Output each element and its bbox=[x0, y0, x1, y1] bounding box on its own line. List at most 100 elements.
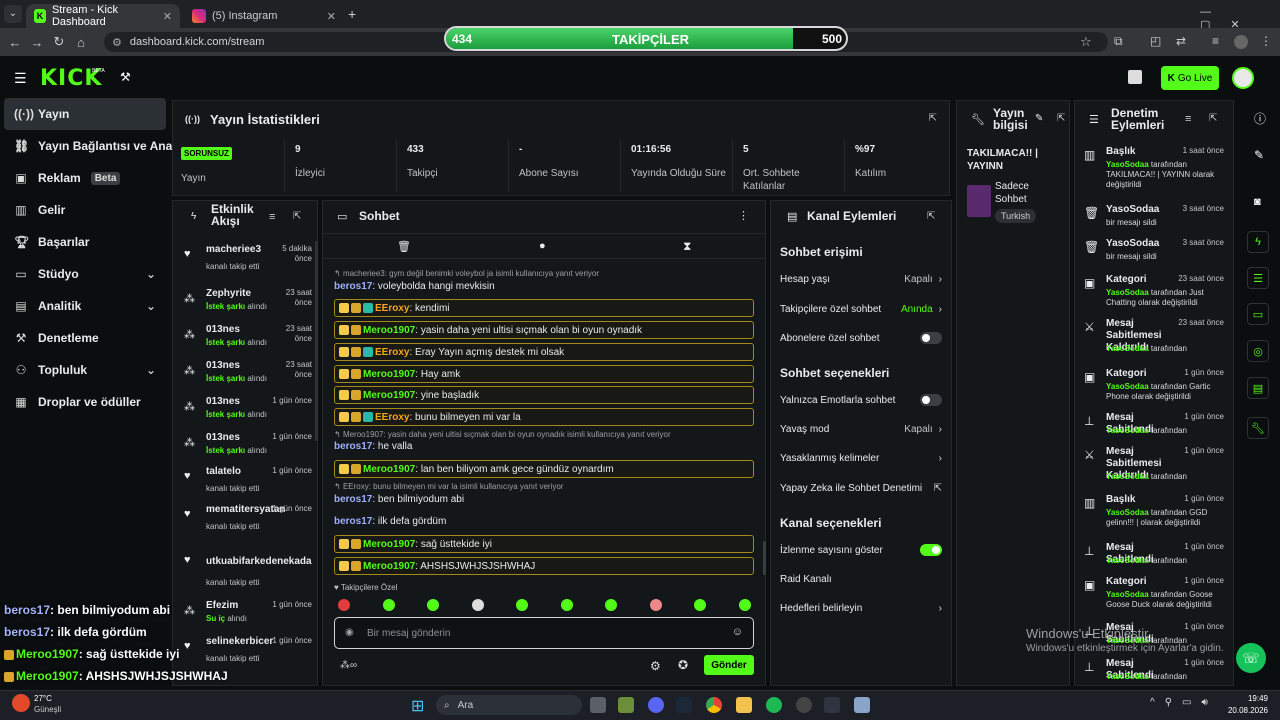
chat-message[interactable]: EEroxy: kendimi bbox=[334, 299, 754, 317]
emote-icon[interactable] bbox=[649, 599, 662, 611]
chat-message[interactable]: Meroo1907: AHSHSJWHJSJSHWHAJ bbox=[334, 557, 754, 575]
chat-users-icon[interactable]: ⁂∞ bbox=[340, 660, 357, 671]
kick-coin-icon[interactable]: ✪ bbox=[678, 658, 688, 672]
chat-username[interactable]: Meroo1907 bbox=[363, 561, 415, 572]
channel-setting-row[interactable]: Yavaş mod Kapalı › bbox=[780, 421, 942, 437]
chat-message[interactable]: Meroo1907: yasin daha yeni ultisi sıçmak… bbox=[334, 321, 754, 339]
emote-icon[interactable] bbox=[560, 599, 573, 611]
channel-setting-row[interactable]: Yapay Zeka ile Sohbet Denetimi ⇱ bbox=[780, 480, 942, 496]
sidebar-item-revenue[interactable]: ▥ Gelir bbox=[4, 194, 166, 226]
popout-icon[interactable]: ⇱ bbox=[1209, 113, 1217, 124]
trash-icon[interactable]: 🗑︎ bbox=[397, 240, 411, 253]
chevron-right-icon[interactable]: › bbox=[939, 453, 942, 464]
browser-menu-icon[interactable]: ⋮ bbox=[1260, 34, 1272, 48]
app-icon[interactable] bbox=[854, 697, 870, 713]
emote-icon[interactable] bbox=[382, 599, 395, 611]
mod-user[interactable]: YasoSodaa bbox=[1106, 382, 1149, 391]
tools-icon[interactable]: ⚒ bbox=[120, 70, 131, 84]
scrollbar[interactable] bbox=[763, 541, 766, 575]
edit-icon[interactable]: ✎ bbox=[1254, 148, 1264, 162]
emote-icon[interactable] bbox=[338, 599, 350, 611]
support-chat-icon[interactable]: ☏ bbox=[1236, 643, 1266, 673]
chat-message[interactable]: EEroxy: Eray Yayın açmış destek mi olsak bbox=[334, 343, 754, 361]
mod-user[interactable]: YasoSodaa bbox=[1106, 288, 1149, 297]
edit-icon[interactable]: ✎ bbox=[1035, 113, 1043, 124]
event-user[interactable]: 013nes bbox=[206, 432, 240, 443]
sidebar-item-stream-key[interactable]: ⛓ Yayın Bağlantısı ve Anahtarı bbox=[4, 130, 172, 162]
popout-icon[interactable]: ⇱ bbox=[1057, 113, 1065, 124]
event-user[interactable]: selinekerbicer bbox=[206, 636, 273, 647]
category-name[interactable]: Sadece Sohbet bbox=[995, 180, 1053, 206]
channel-setting-row[interactable]: Yalnızca Emotlarla sohbet bbox=[780, 392, 942, 408]
rail-mod-list-icon[interactable]: ☰ bbox=[1247, 267, 1269, 289]
sidebar-item-ads[interactable]: ▣ Reklam Beta bbox=[4, 162, 166, 194]
forward-icon[interactable]: → bbox=[26, 31, 48, 53]
chat-menu-icon[interactable]: ⋮ bbox=[738, 209, 749, 222]
send-button[interactable]: Gönder bbox=[704, 655, 754, 675]
chat-message[interactable]: Meroo1907: lan ben biliyom amk gece günd… bbox=[334, 460, 754, 478]
sidebar-item-analytics[interactable]: ▤ Analitik ⌄ bbox=[4, 290, 166, 322]
rail-broadcast-icon[interactable]: ◎ bbox=[1247, 340, 1269, 362]
screenshot-icon[interactable]: ◰ bbox=[1150, 34, 1161, 48]
channel-setting-row[interactable]: Raid Kanalı bbox=[780, 571, 942, 587]
taskbar-search[interactable]: ⌕ Ara bbox=[436, 695, 582, 715]
chat-message[interactable]: beros17: voleybolda hangi mevkisin bbox=[334, 281, 754, 292]
new-tab-button[interactable]: + bbox=[348, 6, 356, 22]
site-info-icon[interactable]: ⚙ bbox=[112, 36, 122, 49]
event-user[interactable]: macheriee3 bbox=[206, 244, 261, 255]
chat-username[interactable]: Meroo1907 bbox=[363, 390, 415, 401]
chat-message[interactable]: beros17: ben bilmiyodum abi bbox=[334, 494, 754, 505]
minecraft-icon[interactable] bbox=[618, 697, 634, 713]
chat-message[interactable]: Meroo1907: sağ üsttekide iyi bbox=[334, 535, 754, 553]
mod-user[interactable]: YasoSodaa bbox=[1106, 672, 1149, 681]
chat-username[interactable]: EEroxy bbox=[375, 347, 409, 358]
sidebar-item-moderation[interactable]: ⚒ Denetleme bbox=[4, 322, 166, 354]
profile-avatar[interactable] bbox=[1234, 35, 1248, 49]
event-user[interactable]: 013nes bbox=[206, 396, 240, 407]
chevron-right-icon[interactable]: › bbox=[939, 424, 942, 435]
event-user[interactable]: Zephyrite bbox=[206, 288, 251, 299]
bookmark-star-icon[interactable]: ☆ bbox=[1080, 34, 1092, 50]
chat-username[interactable]: beros17 bbox=[334, 494, 372, 505]
filter-icon[interactable]: ≡ bbox=[1185, 113, 1191, 125]
sidebar-item-community[interactable]: ⚇ Topluluk ⌄ bbox=[4, 354, 166, 386]
chevron-right-icon[interactable]: › bbox=[939, 603, 942, 614]
popout-icon[interactable]: ⇱ bbox=[927, 211, 935, 222]
toggle-switch[interactable] bbox=[920, 544, 942, 556]
rail-chat-icon[interactable]: ▭ bbox=[1247, 303, 1269, 325]
emote-icon[interactable] bbox=[516, 599, 528, 611]
hamburger-menu-icon[interactable]: ☰ bbox=[14, 70, 27, 87]
mod-user[interactable]: YasoSodaa bbox=[1106, 590, 1149, 599]
chat-username[interactable]: beros17 bbox=[334, 441, 372, 452]
rail-wrench-icon[interactable]: 🔧︎ bbox=[1247, 417, 1269, 439]
emote-icon[interactable] bbox=[738, 599, 751, 611]
rail-activity-icon[interactable]: ϟ bbox=[1247, 231, 1269, 253]
weather-icon[interactable] bbox=[12, 694, 30, 712]
tag-chip[interactable]: Turkish bbox=[995, 209, 1037, 223]
close-icon[interactable]: ✕ bbox=[327, 10, 336, 23]
reading-list-icon[interactable]: ≡ bbox=[1212, 34, 1219, 48]
emote-icon[interactable] bbox=[471, 599, 484, 611]
toggle-switch[interactable] bbox=[920, 394, 942, 406]
event-user[interactable]: talatelo bbox=[206, 466, 241, 477]
steam-icon[interactable] bbox=[676, 697, 692, 713]
chat-message[interactable]: Meroo1907: Hay amk bbox=[334, 365, 754, 383]
extensions-icon[interactable]: ⧉ bbox=[1114, 34, 1123, 49]
camera-icon[interactable]: ◙ bbox=[1254, 196, 1261, 208]
chat-username[interactable]: Meroo1907 bbox=[363, 325, 415, 336]
start-menu-icon[interactable]: ⊞ bbox=[411, 696, 424, 716]
back-icon[interactable]: ← bbox=[4, 31, 26, 53]
event-user[interactable]: Efezim bbox=[206, 600, 238, 611]
channel-setting-row[interactable]: Abonelere özel sohbet bbox=[780, 330, 942, 346]
channel-setting-row[interactable]: Hedefleri belirleyin › bbox=[780, 600, 942, 616]
tab-kick-dashboard[interactable]: K Stream - Kick Dashboard ✕ bbox=[26, 4, 180, 28]
spotify-icon[interactable] bbox=[766, 697, 782, 713]
mod-user[interactable]: YasoSodaa bbox=[1106, 426, 1149, 435]
chevron-right-icon[interactable]: › bbox=[939, 274, 942, 285]
channel-setting-row[interactable]: İzlenme sayısını göster bbox=[780, 542, 942, 558]
sidebar-item-stream[interactable]: ((·)) Yayın bbox=[4, 98, 166, 130]
channel-setting-row[interactable]: Hesap yaşı Kapalı › bbox=[780, 271, 942, 287]
sidebar-item-studio[interactable]: ▭ Stüdyo ⌄ bbox=[4, 258, 166, 290]
event-user[interactable]: 013nes bbox=[206, 360, 240, 371]
emote-icon[interactable] bbox=[694, 599, 706, 611]
